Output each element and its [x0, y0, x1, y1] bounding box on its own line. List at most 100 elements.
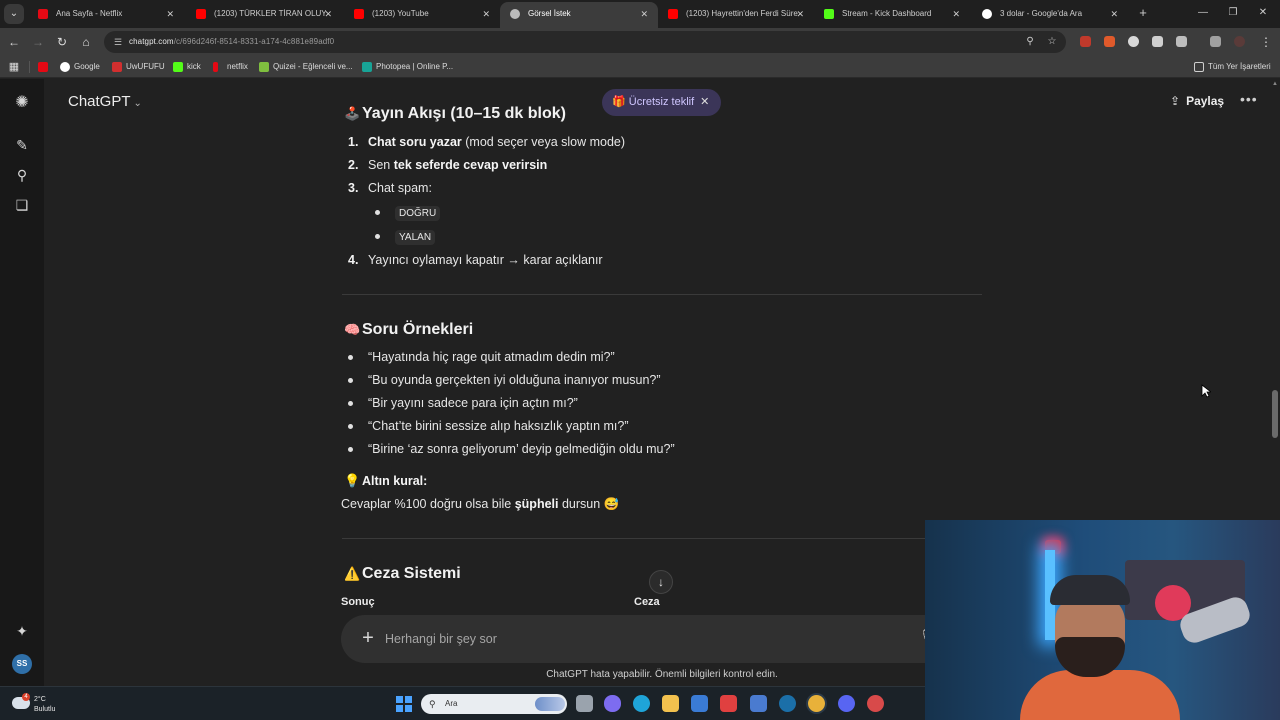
back-icon[interactable]: ← [4, 32, 24, 52]
close-icon[interactable]: ✕ [796, 3, 804, 25]
tab-google[interactable]: 3 dolar - Google'da Ara ✕ [972, 3, 1128, 25]
prompt-input[interactable] [385, 627, 905, 651]
bookmark-uwufufu[interactable]: UwUFUFU [112, 56, 165, 78]
chrome-menu-icon[interactable]: ⋮ [1256, 32, 1276, 52]
game-app-icon[interactable] [867, 695, 884, 712]
close-icon[interactable]: ✕ [482, 3, 490, 25]
step-pre: Sen [368, 158, 394, 172]
url-text[interactable]: chatgpt.com/c/696d246f-8514-8331-a174-4c… [129, 31, 334, 53]
scroll-down-button[interactable]: ↓ [649, 570, 673, 594]
chrome-icon[interactable] [808, 695, 825, 712]
edge-icon[interactable] [633, 695, 650, 712]
restore-icon[interactable]: ❐ [1218, 4, 1248, 22]
media-control-icon[interactable] [1210, 36, 1221, 47]
extension-orange-icon[interactable] [1104, 36, 1115, 47]
close-icon[interactable]: ✕ [324, 3, 332, 25]
vote-option: DOĞRU [395, 205, 441, 221]
task-view-icon[interactable] [576, 695, 593, 712]
discord-icon[interactable] [838, 695, 855, 712]
tab-youtube-1[interactable]: (1203) TÜRKLER TİRAN OLUYOR ✕ [186, 3, 342, 25]
copilot-icon[interactable] [604, 695, 621, 712]
bullet [348, 355, 353, 360]
search-highlight-image [535, 697, 565, 711]
new-tab-button[interactable]: + [1128, 4, 1158, 22]
google-icon [982, 9, 992, 19]
file-explorer-icon[interactable] [662, 695, 679, 712]
search-icon[interactable]: ⚲ [12, 165, 32, 185]
vote-option: YALAN [395, 229, 436, 245]
minimize-icon[interactable]: — [1188, 4, 1218, 22]
bookmark-google[interactable]: Google [60, 56, 100, 78]
weather-temp: 2°C [34, 696, 46, 703]
question-item: “Birine ‘az sonra geliyorum’ deyip gelme… [368, 442, 675, 456]
bullet [348, 447, 353, 452]
steam-icon[interactable] [779, 695, 796, 712]
all-bookmarks[interactable]: Tüm Yer İşaretleri [1194, 56, 1271, 78]
close-icon[interactable]: ✕ [952, 3, 960, 25]
extension-white-icon[interactable] [1128, 36, 1139, 47]
browser-toolbar: ← → ↻ ⌂ ☰ chatgpt.com/c/696d246f-8514-83… [0, 28, 1280, 56]
tab-search-icon[interactable]: ⌄ [4, 4, 24, 24]
bookmark-star-icon[interactable]: ☆ [1046, 36, 1058, 48]
share-button[interactable]: ⇪ Paylaş [1170, 94, 1224, 108]
golden-rule-title: Altın kural: [362, 474, 428, 488]
tab-youtube-3[interactable]: (1203) Hayrettin'den Ferdi Süre ✕ [658, 3, 814, 25]
bullet [375, 210, 380, 215]
close-icon[interactable]: ✕ [166, 3, 174, 25]
close-icon[interactable]: ✕ [640, 2, 648, 26]
section-heading: 🕹️ Yayın Akışı (10–15 dk blok) [344, 105, 566, 123]
library-icon[interactable]: ❏ [12, 195, 32, 215]
bookmark-youtube[interactable] [38, 56, 52, 78]
apps-grid-icon[interactable]: ▦ [4, 57, 24, 77]
zoom-icon[interactable]: ⚲ [1024, 36, 1036, 48]
kick-icon [173, 62, 183, 72]
address-bar[interactable]: ☰ chatgpt.com/c/696d246f-8514-8331-a174-… [104, 31, 1066, 53]
streamer-shirt [1020, 670, 1180, 720]
model-switcher[interactable]: ChatGPT ⌄ [68, 93, 142, 110]
openai-logo-icon[interactable]: ✺ [12, 93, 32, 113]
scroll-up-arrow-icon[interactable]: ▲ [1272, 81, 1278, 89]
red-app-icon[interactable] [720, 695, 737, 712]
tab-youtube-2[interactable]: (1203) YouTube ✕ [344, 3, 500, 25]
tab-netflix[interactable]: Ana Sayfa - Netflix ✕ [28, 3, 184, 25]
golden-bold: şüpheli [514, 497, 559, 511]
windows-start-icon[interactable] [396, 696, 412, 712]
share-icon: ⇪ [1170, 94, 1181, 108]
plus-icon[interactable]: + [357, 627, 379, 649]
bookmark-kick[interactable]: kick [173, 56, 201, 78]
close-icon[interactable]: ✕ [700, 96, 709, 108]
new-chat-icon[interactable]: ✎ [12, 135, 32, 155]
close-window-icon[interactable]: ✕ [1248, 4, 1278, 22]
extensions-icon[interactable] [1176, 36, 1187, 47]
site-info-icon[interactable]: ☰ [112, 36, 124, 48]
code-chip: YALAN [395, 230, 436, 245]
weather-condition: Bulutlu [34, 706, 56, 713]
upgrade-sparkle-icon[interactable]: ✦ [12, 621, 32, 641]
bookmark-netflix[interactable]: netflix [213, 56, 248, 78]
taskbar-search[interactable]: ⚲ Ara [421, 694, 567, 714]
tab-gorsel-istek[interactable]: Görsel İstek ✕ [500, 2, 658, 28]
bookmark-quizei[interactable]: Quizei - Eğlenceli ve... [259, 56, 353, 78]
divider [342, 538, 982, 539]
close-icon[interactable]: ✕ [1110, 3, 1118, 25]
tab-title: (1203) YouTube [372, 9, 429, 18]
extension-red-icon[interactable] [1080, 36, 1091, 47]
tab-kick[interactable]: Stream - Kick Dashboard ✕ [814, 3, 970, 25]
scrollbar-thumb[interactable] [1272, 390, 1278, 438]
bookmark-photopea[interactable]: Photopea | Online P... [362, 56, 453, 78]
forward-icon[interactable]: → [28, 32, 48, 52]
youtube-icon [354, 9, 364, 19]
avatar[interactable]: SS [12, 654, 32, 674]
more-options-icon[interactable]: ••• [1240, 91, 1258, 107]
blue-app-icon[interactable] [750, 695, 767, 712]
bookmark-label: kick [187, 62, 201, 71]
shield-icon[interactable] [1152, 36, 1163, 47]
uwufufu-icon [112, 62, 122, 72]
home-icon[interactable]: ⌂ [76, 32, 96, 52]
reload-icon[interactable]: ↻ [52, 32, 72, 52]
profile-icon[interactable] [1234, 36, 1245, 47]
store-icon[interactable] [691, 695, 708, 712]
bookmarks-separator [29, 61, 30, 73]
bookmark-label: Tüm Yer İşaretleri [1208, 62, 1271, 71]
free-offer-pill[interactable]: 🎁 Ücretsiz teklif ✕ [602, 89, 722, 116]
